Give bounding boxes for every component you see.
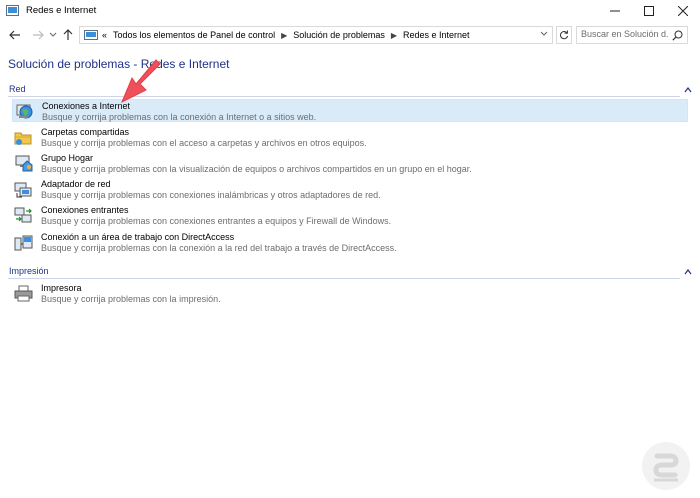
item-title[interactable]: Conexión a un área de trabajo con Direct… (41, 232, 234, 242)
item-description: Busque y corrija problemas con la conexi… (42, 112, 317, 122)
network-adapter-icon (14, 182, 32, 198)
refresh-button[interactable] (556, 26, 572, 44)
close-button[interactable] (666, 0, 700, 22)
close-icon (678, 6, 688, 16)
collapse-chevron-up-icon[interactable] (684, 87, 692, 93)
item-description: Busque y corrija problemas con conexione… (41, 190, 381, 200)
window-title: Redes e Internet (26, 5, 97, 16)
breadcrumb-all-control-panel-items[interactable]: Todos los elementos de Panel de control (113, 30, 275, 40)
chevron-down-icon (49, 32, 57, 37)
homegroup-icon (15, 155, 33, 172)
section-divider (8, 96, 680, 97)
breadcrumb-separator-icon[interactable]: ▶ (391, 31, 397, 40)
item-network-adapter[interactable]: Adaptador de red Busque y corrija proble… (12, 178, 688, 201)
section-divider (8, 278, 680, 279)
item-description: Busque y corrija problemas con el acceso… (41, 138, 367, 148)
breadcrumb-troubleshooting[interactable]: Solución de problemas (293, 30, 385, 40)
control-panel-location-icon (84, 30, 98, 40)
maximize-icon (644, 6, 654, 16)
item-title[interactable]: Impresora (41, 283, 82, 293)
control-panel-icon (6, 5, 19, 16)
item-description: Busque y corrija problemas con la conexi… (41, 243, 397, 253)
recent-locations-button[interactable] (45, 27, 61, 43)
item-title[interactable]: Conexiones a Internet (42, 101, 130, 111)
shared-folder-icon (14, 132, 32, 145)
breadcrumb: « Todos los elementos de Panel de contro… (102, 30, 470, 40)
title-bar: Redes e Internet (0, 0, 700, 22)
up-arrow-icon (63, 29, 73, 40)
back-arrow-icon (9, 30, 20, 40)
forward-button[interactable] (30, 27, 46, 43)
search-box[interactable] (576, 26, 688, 44)
section-label-network: Red (9, 84, 26, 94)
annotation-arrow-icon (121, 59, 161, 104)
refresh-icon (560, 30, 569, 40)
breadcrumb-separator-icon[interactable]: ▶ (281, 31, 287, 40)
item-internet-connections[interactable]: Conexiones a Internet Busque y corrija p… (12, 99, 688, 122)
minimize-button[interactable] (598, 0, 632, 22)
up-button[interactable] (60, 27, 76, 43)
item-incoming-connections[interactable]: Conexiones entrantes Busque y corrija pr… (12, 204, 688, 227)
search-input[interactable] (581, 29, 669, 39)
printer-icon (14, 285, 33, 302)
address-bar[interactable]: « Todos los elementos de Panel de contro… (79, 26, 553, 44)
internet-globe-icon (16, 104, 33, 119)
breadcrumb-overflow[interactable]: « (102, 30, 107, 40)
item-directaccess[interactable]: Conexión a un área de trabajo con Direct… (12, 231, 688, 254)
section-printing: Impresión Impresora Busque y corrija pro… (8, 266, 692, 311)
incoming-connections-icon (14, 207, 32, 223)
maximize-button[interactable] (632, 0, 666, 22)
breadcrumb-network-internet[interactable]: Redes e Internet (403, 30, 470, 40)
forward-arrow-icon (33, 30, 44, 40)
item-title[interactable]: Adaptador de red (41, 179, 111, 189)
item-description: Busque y corrija problemas con la visual… (41, 164, 472, 174)
directaccess-icon (14, 235, 33, 251)
address-history-chevron-icon[interactable] (540, 31, 548, 37)
section-header: Red (8, 84, 692, 98)
watermark-logo-icon (642, 442, 690, 490)
item-description: Busque y corrija problemas con la impres… (41, 294, 221, 304)
section-header: Impresión (8, 266, 692, 280)
item-shared-folders[interactable]: Carpetas compartidas Busque y corrija pr… (12, 126, 688, 149)
back-button[interactable] (7, 27, 23, 43)
item-title[interactable]: Conexiones entrantes (41, 205, 129, 215)
collapse-chevron-up-icon[interactable] (684, 269, 692, 275)
item-title[interactable]: Grupo Hogar (41, 153, 93, 163)
section-label-printing: Impresión (9, 266, 49, 276)
search-icon[interactable] (672, 30, 683, 41)
item-homegroup[interactable]: Grupo Hogar Busque y corrija problemas c… (12, 152, 688, 175)
item-printer[interactable]: Impresora Busque y corrija problemas con… (12, 282, 688, 305)
item-description: Busque y corrija problemas con conexione… (41, 216, 392, 226)
item-title[interactable]: Carpetas compartidas (41, 127, 129, 137)
navigation-bar: « Todos los elementos de Panel de contro… (0, 24, 700, 46)
section-network: Red Conexiones a Internet Busque y corri… (8, 84, 692, 259)
minimize-icon (610, 10, 620, 12)
